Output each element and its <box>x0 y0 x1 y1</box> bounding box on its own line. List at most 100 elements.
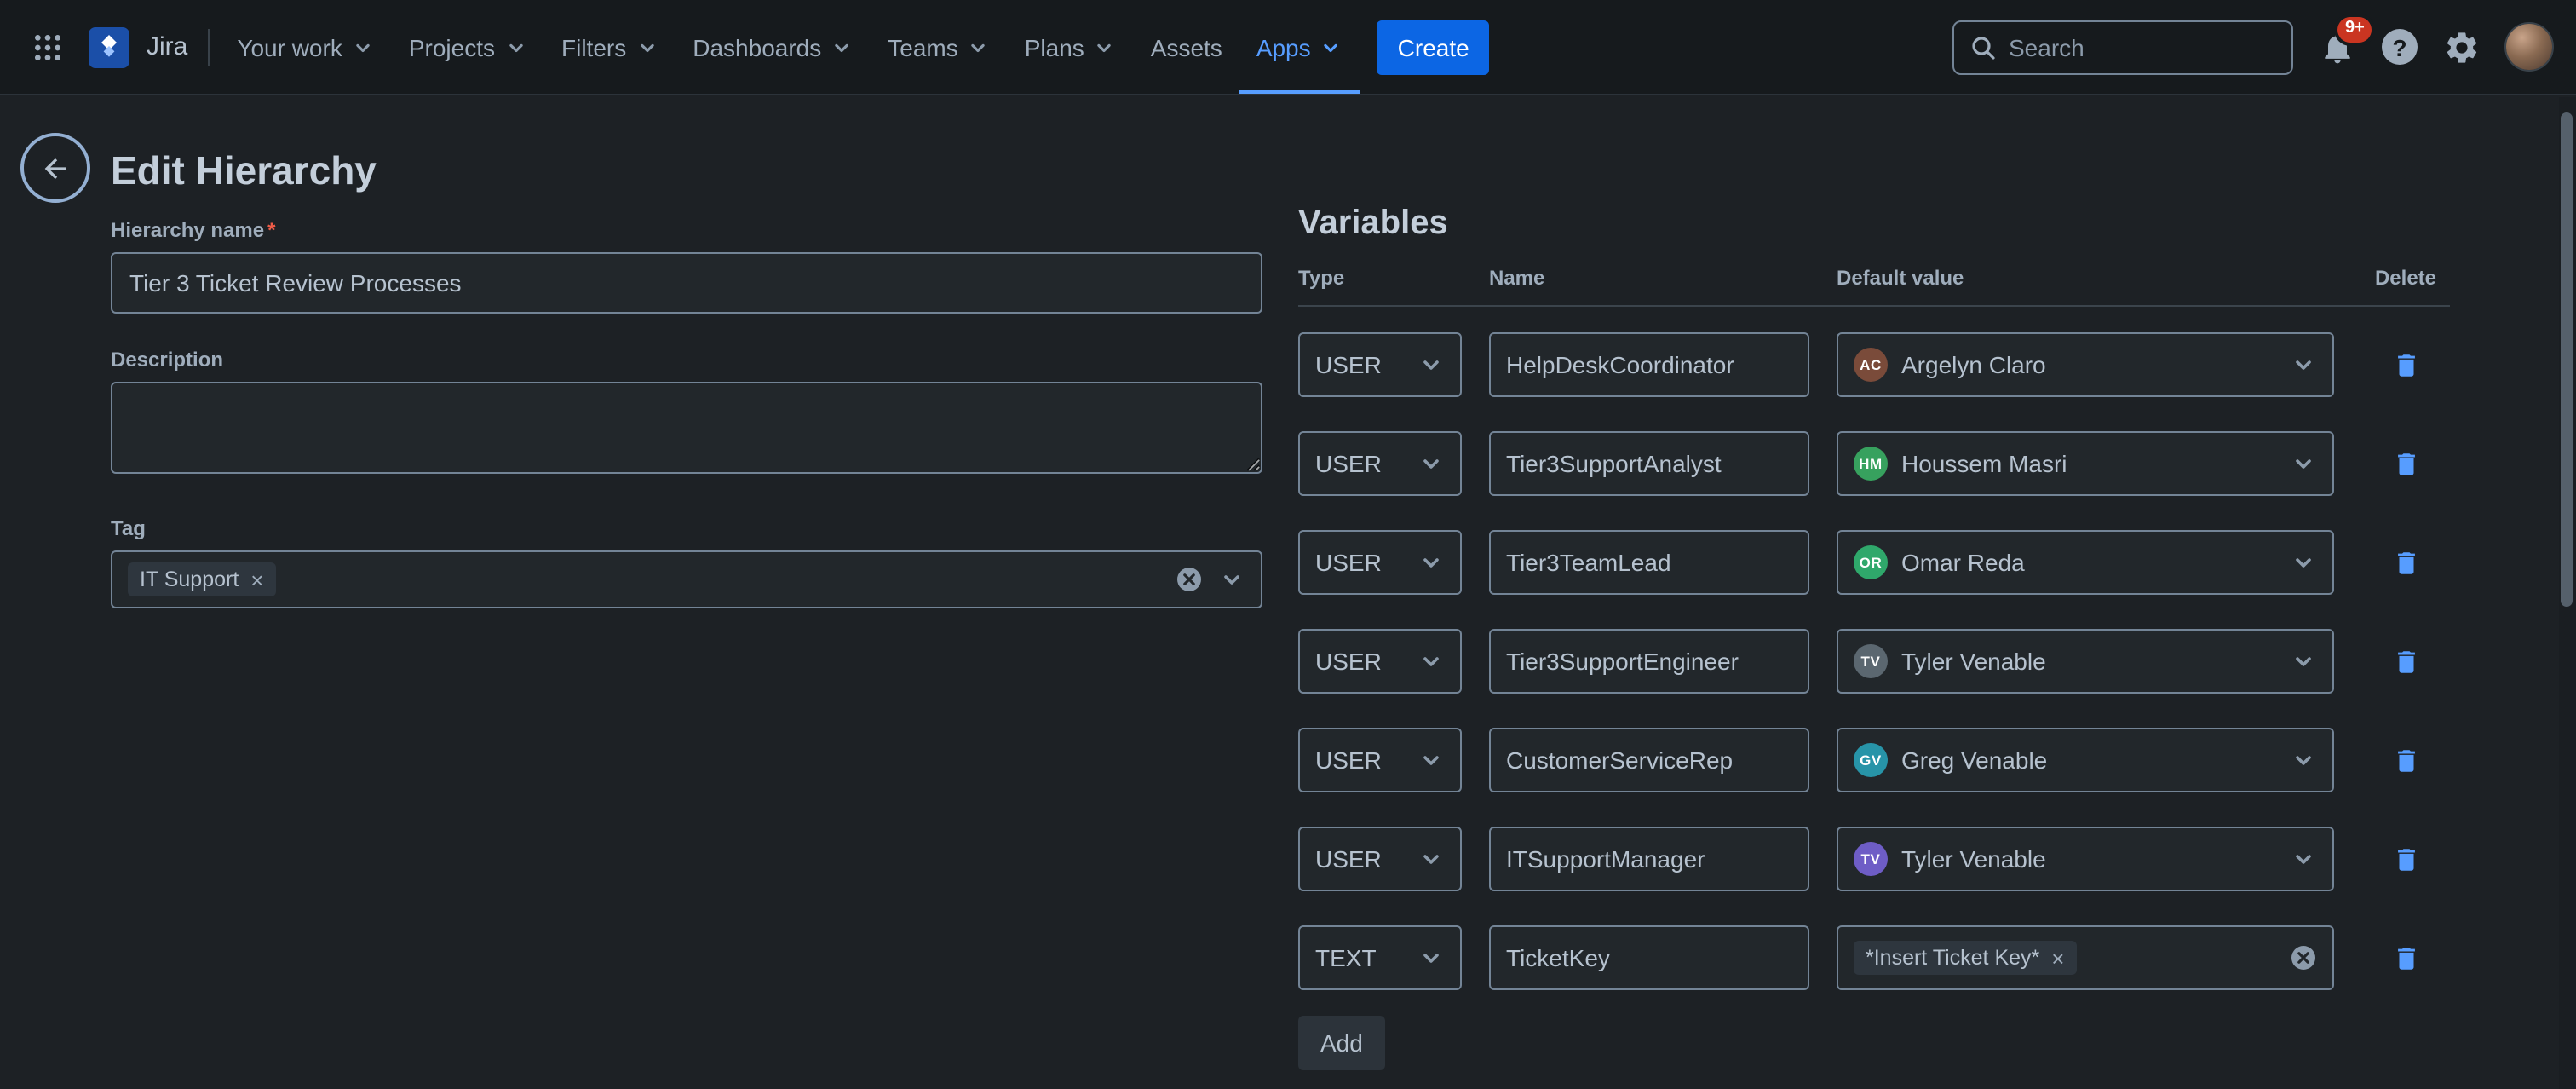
notifications-button[interactable]: 9+ <box>2319 28 2356 66</box>
variable-row: USER TV Tyler Venable <box>1298 629 2450 694</box>
settings-button[interactable] <box>2443 28 2481 66</box>
delete-button[interactable] <box>2386 740 2425 780</box>
app-root: Jira Your work Projects Filters Dashboar… <box>0 0 2576 1089</box>
nav-item-your-work[interactable]: Your work <box>220 0 392 94</box>
chevron-down-icon <box>1417 944 1445 971</box>
default-value-select[interactable]: HM Houssem Masri <box>1837 431 2334 496</box>
brand-name: Jira <box>147 32 187 61</box>
default-value-field[interactable]: *Insert Ticket Key* × <box>1837 925 2334 990</box>
hierarchy-name-label: Hierarchy name* <box>111 218 1262 242</box>
type-select[interactable]: USER <box>1298 332 1462 397</box>
variable-name-input[interactable] <box>1489 827 1809 891</box>
variable-name-input[interactable] <box>1489 925 1809 990</box>
type-select[interactable]: USER <box>1298 629 1462 694</box>
nav-item-dashboards[interactable]: Dashboards <box>676 0 871 94</box>
trash-icon <box>2391 844 2420 873</box>
chevron-down-icon <box>2290 351 2317 378</box>
variable-row: USER OR Omar Reda <box>1298 530 2450 595</box>
trash-icon <box>2391 943 2420 972</box>
hierarchy-name-input[interactable] <box>111 252 1262 314</box>
delete-button[interactable] <box>2386 642 2425 681</box>
hierarchy-name-label-text: Hierarchy name <box>111 218 264 242</box>
nav-item-plans[interactable]: Plans <box>1008 0 1134 94</box>
default-value-name: Omar Reda <box>1901 549 2025 576</box>
tag-chip-label: IT Support <box>140 568 239 591</box>
chevron-down-icon <box>2290 845 2317 873</box>
app-switcher-icon[interactable] <box>20 0 75 94</box>
nav-item-apps[interactable]: Apps <box>1239 0 1360 94</box>
default-value-select[interactable]: OR Omar Reda <box>1837 530 2334 595</box>
add-variable-button[interactable]: Add <box>1298 1016 1385 1070</box>
delete-button[interactable] <box>2386 345 2425 384</box>
nav-item-filters[interactable]: Filters <box>544 0 676 94</box>
user-avatar: AC <box>1854 348 1888 382</box>
chevron-down-icon <box>1417 549 1445 576</box>
column-header-type: Type <box>1298 266 1462 290</box>
delete-button[interactable] <box>2386 938 2425 977</box>
chevron-down-icon <box>1320 35 1343 59</box>
variable-name-input[interactable] <box>1489 332 1809 397</box>
variables-rows: USER AC Argelyn Claro USER <box>1298 332 2450 990</box>
chevron-down-icon <box>830 35 854 59</box>
type-select[interactable]: USER <box>1298 431 1462 496</box>
nav-item-projects[interactable]: Projects <box>392 0 544 94</box>
variable-row: USER HM Houssem Masri <box>1298 431 2450 496</box>
tag-select[interactable]: IT Support × <box>111 550 1262 608</box>
search-icon <box>1969 33 1997 60</box>
variable-row: USER AC Argelyn Claro <box>1298 332 2450 397</box>
type-select-value: USER <box>1315 549 1382 576</box>
user-avatar[interactable] <box>2506 24 2552 70</box>
search-box[interactable] <box>1952 20 2293 74</box>
scrollbar-thumb[interactable] <box>2561 112 2573 607</box>
variable-name-input[interactable] <box>1489 728 1809 792</box>
variable-name-input[interactable] <box>1489 431 1809 496</box>
gear-icon <box>2443 28 2481 66</box>
trash-icon <box>2391 647 2420 676</box>
delete-button[interactable] <box>2386 444 2425 483</box>
user-avatar: TV <box>1854 644 1888 678</box>
type-select[interactable]: USER <box>1298 827 1462 891</box>
description-textarea[interactable] <box>111 382 1262 474</box>
type-select-value: TEXT <box>1315 944 1377 971</box>
chevron-down-icon[interactable] <box>1218 566 1245 593</box>
nav-item-label: Assets <box>1151 33 1222 60</box>
clear-icon[interactable] <box>2290 944 2317 971</box>
delete-button[interactable] <box>2386 543 2425 582</box>
remove-value-icon[interactable]: × <box>2051 947 2064 969</box>
help-button[interactable]: ? <box>2382 29 2418 65</box>
nav-item-label: Your work <box>237 33 342 60</box>
site-logo[interactable] <box>89 26 129 67</box>
type-select[interactable]: USER <box>1298 728 1462 792</box>
nav-item-teams[interactable]: Teams <box>871 0 1007 94</box>
create-button[interactable]: Create <box>1377 20 1490 74</box>
type-select[interactable]: TEXT <box>1298 925 1462 990</box>
tag-chip: IT Support × <box>128 562 275 596</box>
top-nav-right: 9+ ? <box>1952 20 2552 74</box>
variable-name-input[interactable] <box>1489 530 1809 595</box>
default-value-select[interactable]: TV Tyler Venable <box>1837 827 2334 891</box>
help-icon: ? <box>2382 29 2418 65</box>
back-button[interactable] <box>20 133 90 203</box>
chevron-down-icon <box>2290 746 2317 774</box>
variables-panel: Variables Type Name Default value Delete… <box>1298 205 2450 1070</box>
chevron-down-icon <box>1093 35 1117 59</box>
clear-icon[interactable] <box>1176 566 1203 593</box>
delete-button[interactable] <box>2386 839 2425 879</box>
type-select[interactable]: USER <box>1298 530 1462 595</box>
default-value-select[interactable]: TV Tyler Venable <box>1837 629 2334 694</box>
default-value-select[interactable]: AC Argelyn Claro <box>1837 332 2334 397</box>
chevron-down-icon <box>2290 450 2317 477</box>
tag-label: Tag <box>111 516 1262 540</box>
search-input[interactable] <box>2009 33 2276 60</box>
chevron-down-icon <box>1417 648 1445 675</box>
default-value-name: Argelyn Claro <box>1901 351 2046 378</box>
variable-name-input[interactable] <box>1489 629 1809 694</box>
default-value-select[interactable]: GV Greg Venable <box>1837 728 2334 792</box>
remove-tag-icon[interactable]: × <box>250 568 263 591</box>
variables-header: Type Name Default value Delete <box>1298 266 2450 307</box>
type-select-value: USER <box>1315 351 1382 378</box>
nav-item-assets[interactable]: Assets <box>1134 0 1239 94</box>
chevron-down-icon <box>1417 845 1445 873</box>
column-header-delete: Delete <box>2361 266 2450 290</box>
variable-row: USER TV Tyler Venable <box>1298 827 2450 891</box>
